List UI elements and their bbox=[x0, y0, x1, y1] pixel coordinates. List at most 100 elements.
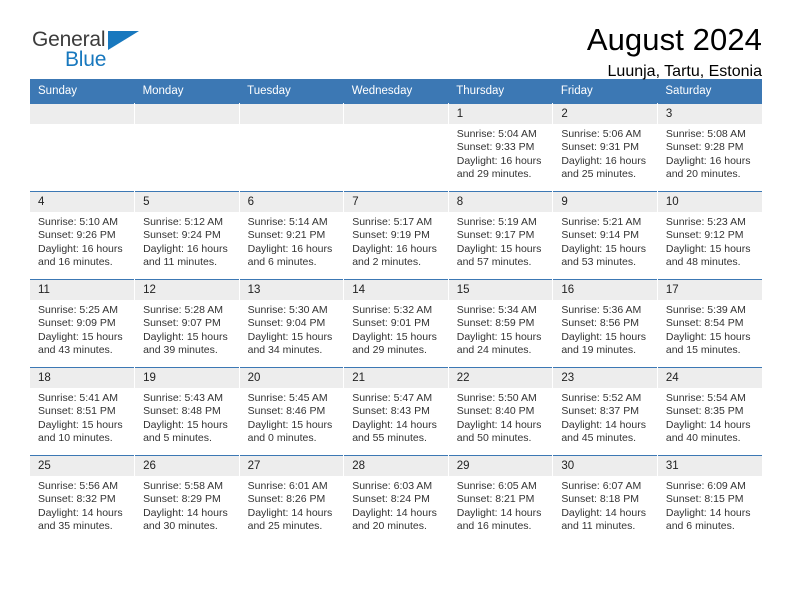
sunrise-time: Sunrise: 5:19 AM bbox=[456, 216, 537, 228]
sunset-time: Sunset: 9:28 PM bbox=[665, 141, 744, 154]
daylight-duration-line1: Daylight: 16 hours bbox=[352, 242, 437, 255]
calendar-day-cell[interactable]: 10 Sunrise: 5:23 AM Sunset: 9:12 PM Dayligh… bbox=[657, 191, 762, 280]
calendar-day-cell[interactable]: 7 Sunrise: 5:17 AM Sunset: 9:19 PM Daylight… bbox=[343, 191, 449, 280]
daylight-duration-line2: and 0 minutes. bbox=[247, 432, 317, 445]
day-number: 21 bbox=[344, 368, 448, 388]
calendar-day-cell[interactable]: 21 Sunrise: 5:47 AM Sunset: 8:43 PM Dayligh… bbox=[343, 367, 449, 456]
sunset-time: Sunset: 9:31 PM bbox=[561, 141, 639, 154]
calendar-day-cell[interactable]: 23 Sunrise: 5:52 AM Sunset: 8:37 PM Dayligh… bbox=[552, 367, 658, 456]
daylight-duration-line1: Daylight: 14 hours bbox=[352, 418, 437, 431]
day-number: 27 bbox=[239, 456, 344, 476]
calendar-day-cell[interactable]: 29 Sunrise: 6:05 AM Sunset: 8:21 PM Dayligh… bbox=[448, 455, 554, 544]
calendar-day-cell[interactable]: 24 Sunrise: 5:54 AM Sunset: 8:35 PM Dayligh… bbox=[657, 367, 762, 456]
daylight-duration-line1: Daylight: 15 hours bbox=[38, 418, 123, 431]
calendar-day-cell[interactable]: 9 Sunrise: 5:21 AM Sunset: 9:14 PM Daylight… bbox=[552, 191, 658, 280]
day-sun-info: Sunrise: 5:47 AM Sunset: 8:43 PM Daylight:… bbox=[344, 388, 448, 446]
calendar-week-row: 18 Sunrise: 5:41 AM Sunset: 8:51 PM Dayligh… bbox=[30, 367, 762, 456]
sunset-time: Sunset: 8:43 PM bbox=[352, 405, 430, 418]
day-sun-info: Sunrise: 5:41 AM Sunset: 8:51 PM Daylight:… bbox=[30, 388, 134, 446]
daylight-duration-line1: Daylight: 16 hours bbox=[247, 242, 333, 255]
sunset-time: Sunset: 9:21 PM bbox=[247, 229, 326, 242]
calendar-day-cell[interactable]: 20 Sunrise: 5:45 AM Sunset: 8:46 PM Dayligh… bbox=[239, 367, 345, 456]
daylight-duration-line2: and 57 minutes. bbox=[456, 256, 532, 269]
daylight-duration-line2: and 43 minutes. bbox=[38, 344, 113, 357]
calendar-day-cell[interactable]: 13 Sunrise: 5:30 AM Sunset: 9:04 PM Dayligh… bbox=[239, 279, 345, 368]
daylight-duration-line2: and 30 minutes. bbox=[143, 520, 218, 533]
calendar-week-row: 4 Sunrise: 5:10 AM Sunset: 9:26 PM Daylight… bbox=[30, 191, 762, 280]
sunset-time: Sunset: 8:56 PM bbox=[561, 317, 639, 330]
sunset-time: Sunset: 8:32 PM bbox=[38, 493, 116, 506]
day-cell-content bbox=[239, 104, 344, 191]
day-cell-content: 31 Sunrise: 6:09 AM Sunset: 8:15 PM Dayligh… bbox=[657, 456, 762, 544]
sunrise-time: Sunrise: 5:39 AM bbox=[665, 304, 746, 316]
calendar-day-cell[interactable]: 3 Sunrise: 5:08 AM Sunset: 9:28 PM Daylight… bbox=[657, 103, 762, 192]
calendar-day-cell[interactable]: 14 Sunrise: 5:32 AM Sunset: 9:01 PM Dayligh… bbox=[343, 279, 449, 368]
day-cell-content: 16 Sunrise: 5:36 AM Sunset: 8:56 PM Dayligh… bbox=[553, 280, 657, 367]
calendar-day-cell[interactable]: 31 Sunrise: 6:09 AM Sunset: 8:15 PM Dayligh… bbox=[657, 455, 762, 544]
sunrise-time: Sunrise: 5:45 AM bbox=[247, 392, 328, 404]
day-cell-content: 6 Sunrise: 5:14 AM Sunset: 9:21 PM Daylight… bbox=[239, 192, 344, 279]
daylight-duration-line1: Daylight: 15 hours bbox=[38, 330, 123, 343]
day-cell-content: 27 Sunrise: 6:01 AM Sunset: 8:26 PM Dayligh… bbox=[239, 456, 344, 544]
day-sun-info: Sunrise: 5:34 AM Sunset: 8:59 PM Daylight:… bbox=[449, 300, 553, 358]
calendar-cell-empty bbox=[239, 103, 345, 192]
sunset-time: Sunset: 8:48 PM bbox=[143, 405, 221, 418]
daylight-duration-line2: and 34 minutes. bbox=[247, 344, 323, 357]
calendar-day-cell[interactable]: 11 Sunrise: 5:25 AM Sunset: 9:09 PM Dayligh… bbox=[30, 279, 136, 368]
sunset-time: Sunset: 8:59 PM bbox=[456, 317, 535, 330]
day-number: 3 bbox=[657, 104, 762, 124]
day-number: 31 bbox=[657, 456, 762, 476]
calendar-day-cell[interactable]: 18 Sunrise: 5:41 AM Sunset: 8:51 PM Dayligh… bbox=[30, 367, 136, 456]
day-sun-info: Sunrise: 6:01 AM Sunset: 8:26 PM Daylight:… bbox=[240, 476, 344, 534]
calendar-day-cell[interactable]: 16 Sunrise: 5:36 AM Sunset: 8:56 PM Dayligh… bbox=[552, 279, 658, 368]
sunset-time: Sunset: 8:21 PM bbox=[456, 493, 535, 506]
daylight-duration-line1: Daylight: 16 hours bbox=[143, 242, 228, 255]
day-cell-content: 11 Sunrise: 5:25 AM Sunset: 9:09 PM Dayligh… bbox=[30, 280, 135, 367]
daylight-duration-line2: and 53 minutes. bbox=[561, 256, 637, 269]
calendar-day-cell[interactable]: 5 Sunrise: 5:12 AM Sunset: 9:24 PM Daylight… bbox=[134, 191, 240, 280]
day-cell-content: 10 Sunrise: 5:23 AM Sunset: 9:12 PM Dayligh… bbox=[657, 192, 762, 279]
day-sun-info: Sunrise: 5:52 AM Sunset: 8:37 PM Daylight:… bbox=[553, 388, 657, 446]
daylight-duration-line1: Daylight: 15 hours bbox=[561, 242, 646, 255]
daylight-duration-line2: and 10 minutes. bbox=[38, 432, 113, 445]
sunrise-time: Sunrise: 5:17 AM bbox=[352, 216, 433, 228]
sunrise-time: Sunrise: 5:08 AM bbox=[665, 128, 746, 140]
calendar-day-cell[interactable]: 26 Sunrise: 5:58 AM Sunset: 8:29 PM Dayligh… bbox=[134, 455, 240, 544]
calendar-day-cell[interactable]: 4 Sunrise: 5:10 AM Sunset: 9:26 PM Daylight… bbox=[30, 191, 136, 280]
daylight-duration-line2: and 25 minutes. bbox=[247, 520, 323, 533]
day-sun-info: Sunrise: 6:09 AM Sunset: 8:15 PM Daylight:… bbox=[658, 476, 762, 534]
daylight-duration-line2: and 24 minutes. bbox=[456, 344, 532, 357]
calendar-day-cell[interactable]: 27 Sunrise: 6:01 AM Sunset: 8:26 PM Dayligh… bbox=[239, 455, 345, 544]
calendar-day-cell[interactable]: 25 Sunrise: 5:56 AM Sunset: 8:32 PM Dayligh… bbox=[30, 455, 136, 544]
day-cell-content bbox=[135, 104, 239, 191]
calendar-day-cell[interactable]: 28 Sunrise: 6:03 AM Sunset: 8:24 PM Dayligh… bbox=[343, 455, 449, 544]
calendar-day-cell[interactable]: 22 Sunrise: 5:50 AM Sunset: 8:40 PM Dayligh… bbox=[448, 367, 554, 456]
daylight-duration-line1: Daylight: 14 hours bbox=[38, 506, 123, 519]
calendar-day-cell[interactable]: 12 Sunrise: 5:28 AM Sunset: 9:07 PM Dayligh… bbox=[134, 279, 240, 368]
daylight-duration-line2: and 11 minutes. bbox=[143, 256, 217, 269]
calendar-day-cell[interactable]: 6 Sunrise: 5:14 AM Sunset: 9:21 PM Daylight… bbox=[239, 191, 345, 280]
calendar-day-cell[interactable]: 19 Sunrise: 5:43 AM Sunset: 8:48 PM Dayligh… bbox=[134, 367, 240, 456]
day-cell-content bbox=[30, 104, 135, 191]
day-number: 9 bbox=[553, 192, 657, 212]
calendar-day-cell[interactable]: 15 Sunrise: 5:34 AM Sunset: 8:59 PM Dayligh… bbox=[448, 279, 554, 368]
daylight-duration-line2: and 45 minutes. bbox=[561, 432, 637, 445]
day-cell-content: 21 Sunrise: 5:47 AM Sunset: 8:43 PM Dayligh… bbox=[344, 368, 448, 455]
day-number bbox=[344, 104, 448, 124]
daylight-duration-line2: and 55 minutes. bbox=[352, 432, 427, 445]
calendar-day-cell[interactable]: 17 Sunrise: 5:39 AM Sunset: 8:54 PM Dayligh… bbox=[657, 279, 762, 368]
day-number: 7 bbox=[344, 192, 448, 212]
calendar-day-cell[interactable]: 30 Sunrise: 6:07 AM Sunset: 8:18 PM Dayligh… bbox=[552, 455, 658, 544]
general-blue-logo[interactable]: General Blue bbox=[32, 28, 148, 74]
sunset-time: Sunset: 8:24 PM bbox=[352, 493, 430, 506]
calendar-day-cell[interactable]: 1 Sunrise: 5:04 AM Sunset: 9:33 PM Daylight… bbox=[448, 103, 554, 192]
calendar-day-cell[interactable]: 8 Sunrise: 5:19 AM Sunset: 9:17 PM Daylight… bbox=[448, 191, 554, 280]
sunrise-time: Sunrise: 5:36 AM bbox=[561, 304, 642, 316]
daylight-duration-line2: and 5 minutes. bbox=[143, 432, 212, 445]
day-number: 4 bbox=[30, 192, 135, 212]
day-number: 10 bbox=[657, 192, 762, 212]
calendar-day-cell[interactable]: 2 Sunrise: 5:06 AM Sunset: 9:31 PM Daylight… bbox=[552, 103, 658, 192]
day-number: 15 bbox=[448, 280, 553, 300]
page-title: August 2024 bbox=[586, 22, 762, 57]
sunset-time: Sunset: 8:35 PM bbox=[665, 405, 744, 418]
